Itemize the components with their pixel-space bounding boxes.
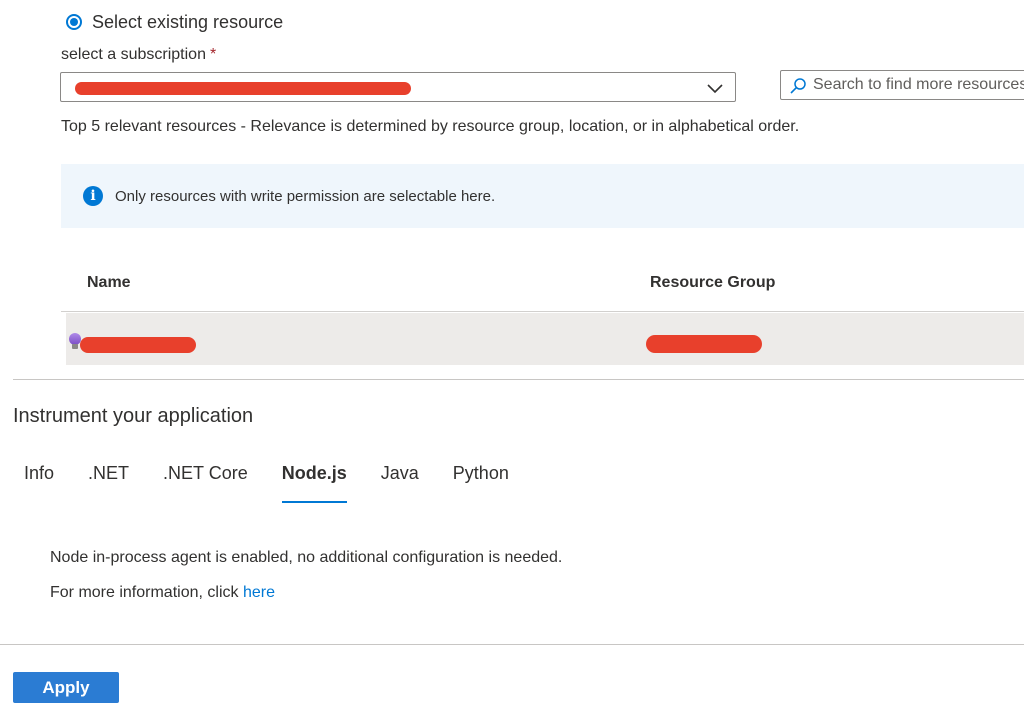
table-header-divider — [61, 311, 1024, 312]
redaction-mark — [80, 337, 196, 353]
tab-java[interactable]: Java — [381, 463, 419, 503]
redaction-mark — [75, 82, 411, 95]
agent-status-message: Node in-process agent is enabled, no add… — [50, 549, 563, 566]
tab-info[interactable]: Info — [24, 463, 54, 503]
column-header-name[interactable]: Name — [87, 274, 131, 292]
language-tabs: Info .NET .NET Core Node.js Java Python — [24, 463, 543, 503]
resource-search-box[interactable] — [780, 70, 1024, 100]
search-icon — [790, 78, 806, 94]
table-row[interactable] — [66, 313, 1024, 365]
tab-nodejs[interactable]: Node.js — [281, 463, 347, 503]
more-info-text: For more information, click here — [50, 584, 275, 601]
search-input[interactable] — [813, 74, 1024, 96]
chevron-down-icon[interactable] — [705, 78, 725, 98]
tab-python[interactable]: Python — [453, 463, 509, 503]
section-title: Instrument your application — [13, 405, 254, 427]
apply-button[interactable]: Apply — [13, 672, 119, 703]
required-asterisk: * — [209, 46, 217, 63]
relevance-note: Top 5 relevant resources - Relevance is … — [61, 118, 800, 135]
radio-selected-indicator[interactable] — [66, 14, 82, 30]
subscription-label: select a subscription * — [61, 46, 217, 63]
subscription-dropdown[interactable]: s — [60, 72, 736, 102]
info-banner-text: Only resources with write permission are… — [115, 188, 496, 205]
more-info-link[interactable]: here — [243, 584, 275, 601]
tab-dotnet[interactable]: .NET — [88, 463, 129, 503]
select-existing-resource-label: Select existing resource — [92, 11, 284, 32]
redaction-mark — [646, 335, 762, 353]
footer-divider — [0, 644, 1024, 645]
tab-dotnet-core[interactable]: .NET Core — [163, 463, 248, 503]
column-header-resource-group[interactable]: Resource Group — [650, 274, 775, 292]
section-divider — [13, 379, 1024, 380]
info-icon: i — [83, 186, 103, 206]
select-existing-resource-radio[interactable]: Select existing resource — [66, 10, 283, 34]
info-banner: i Only resources with write permission a… — [61, 164, 1024, 228]
